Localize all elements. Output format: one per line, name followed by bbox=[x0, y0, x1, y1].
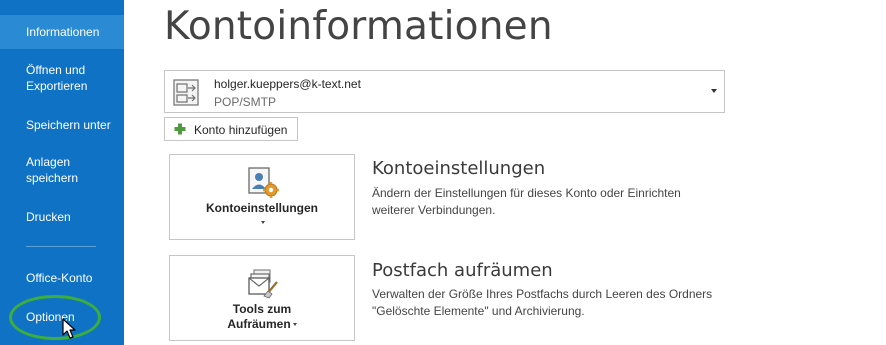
caret-down-icon bbox=[261, 221, 265, 225]
sidebar-item-drucken[interactable]: Drucken bbox=[0, 209, 124, 225]
backstage-sidebar: Informationen Öffnen und Exportieren Spe… bbox=[0, 0, 124, 345]
sidebar-item-label: Drucken bbox=[26, 210, 71, 224]
sidebar-item-anlagen-speichern[interactable]: Anlagen speichern bbox=[0, 154, 124, 186]
sidebar-item-speichern-unter[interactable]: Speichern unter bbox=[0, 117, 124, 133]
account-settings-dropdown bbox=[170, 215, 354, 230]
cleanup-title: Postfach aufräumen bbox=[372, 260, 553, 281]
caret-down-icon bbox=[292, 323, 297, 327]
plus-icon bbox=[174, 123, 186, 135]
account-settings-button-label: Kontoeinstellungen bbox=[206, 201, 318, 215]
page-title: Kontoinformationen bbox=[164, 4, 553, 49]
sidebar-item-informationen[interactable]: Informationen bbox=[0, 15, 124, 49]
cleanup-description: Verwalten der Größe Ihres Postfachs durc… bbox=[372, 287, 713, 318]
optionen-highlight-circle bbox=[9, 295, 101, 340]
cleanup-tools-icon bbox=[248, 269, 278, 299]
cleanup-tools-button[interactable]: Tools zum Aufräumen bbox=[169, 255, 355, 341]
account-settings-description: Ändern der Einstellungen für dieses Kont… bbox=[372, 186, 681, 217]
account-settings-title: Kontoeinstellungen bbox=[372, 158, 546, 179]
sidebar-divider bbox=[26, 246, 96, 247]
account-settings-button[interactable]: Kontoeinstellungen bbox=[169, 154, 355, 240]
sidebar-item-office-konto[interactable]: Office-Konto bbox=[0, 270, 124, 286]
account-type: POP/SMTP bbox=[214, 95, 277, 109]
add-account-label: Konto hinzufügen bbox=[194, 123, 288, 137]
sidebar-item-oeffnen-exportieren[interactable]: Öffnen und Exportieren bbox=[0, 62, 124, 94]
sidebar-item-label: Office-Konto bbox=[26, 271, 93, 285]
add-account-button[interactable]: Konto hinzufügen bbox=[164, 117, 298, 141]
sidebar-item-label: Informationen bbox=[26, 25, 100, 39]
sidebar-item-label: Speichern unter bbox=[26, 118, 111, 132]
account-card-icon bbox=[173, 79, 199, 106]
account-selector[interactable]: holger.kueppers@k-text.net POP/SMTP bbox=[164, 70, 725, 113]
mouse-pointer-icon bbox=[62, 318, 76, 339]
chevron-down-icon bbox=[711, 89, 717, 93]
cleanup-tools-label-line1: Tools zum bbox=[232, 302, 292, 316]
account-settings-icon bbox=[248, 167, 279, 198]
sidebar-item-label: Öffnen und Exportieren bbox=[26, 63, 88, 93]
account-email: holger.kueppers@k-text.net bbox=[214, 77, 361, 91]
cleanup-tools-label-line2: Aufräumen bbox=[227, 317, 291, 331]
cleanup-tools-label-line2-wrap: Aufräumen bbox=[170, 317, 354, 332]
sidebar-item-label: Anlagen speichern bbox=[26, 155, 79, 185]
